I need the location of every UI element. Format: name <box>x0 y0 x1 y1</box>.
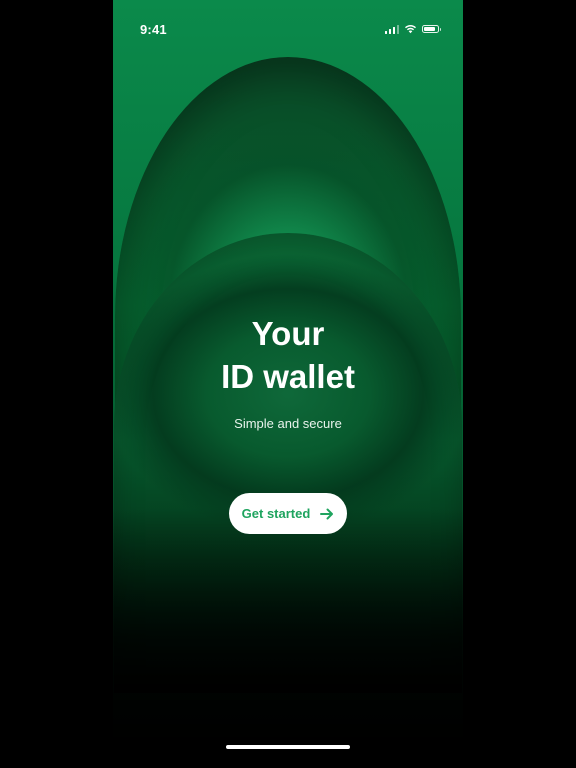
onboarding-screen: 9:41 Your ID wallet Simple and secure Ge… <box>113 0 463 768</box>
page-title: Your ID wallet <box>113 312 463 398</box>
hero: Your ID wallet Simple and secure <box>113 312 463 431</box>
get-started-label: Get started <box>241 506 311 521</box>
get-started-button[interactable]: Get started <box>229 493 347 534</box>
battery-icon <box>422 25 441 33</box>
status-time: 9:41 <box>140 22 167 37</box>
cellular-signal-icon <box>384 24 399 34</box>
title-line-1: Your <box>251 315 325 352</box>
status-icons <box>384 24 441 34</box>
wifi-icon <box>405 25 416 34</box>
screen: 9:41 Your ID wallet Simple and secure Ge… <box>0 0 576 768</box>
arrow-right-icon <box>320 508 334 519</box>
home-indicator[interactable] <box>226 745 350 749</box>
status-bar: 9:41 <box>113 0 463 56</box>
subtitle: Simple and secure <box>234 416 342 431</box>
background-fade <box>113 508 463 768</box>
title-line-2: ID wallet <box>221 358 355 395</box>
